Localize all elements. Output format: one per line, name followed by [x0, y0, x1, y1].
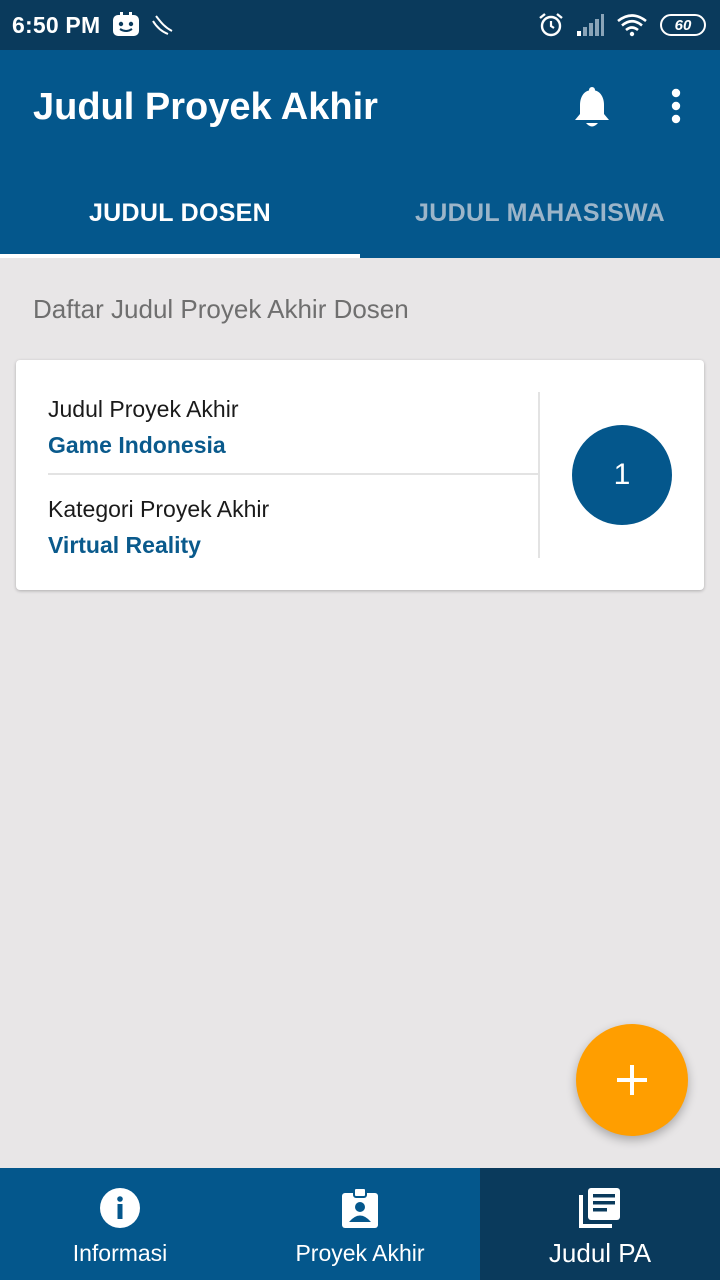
- category-label: Kategori Proyek Akhir: [48, 496, 270, 522]
- signal-icon: [576, 13, 604, 37]
- alarm-icon: [538, 12, 564, 38]
- title-label: Judul Proyek Akhir: [48, 396, 239, 422]
- status-time: 6:50 PM: [12, 11, 101, 38]
- card-divider: [48, 473, 539, 475]
- bottom-navigation: Informasi Proyek Akhir Judul PA: [0, 1168, 720, 1280]
- title-field: Judul Proyek Akhir Game Indonesia: [48, 396, 238, 459]
- app-bar: Judul Proyek Akhir JUDUL DOSEN JUDUL MAH…: [0, 50, 720, 258]
- moon-icon: [150, 13, 174, 37]
- nav-item-proyek-akhir[interactable]: Proyek Akhir: [240, 1168, 480, 1280]
- library-books-icon: [578, 1186, 622, 1230]
- nav-label: Informasi: [72, 1240, 168, 1266]
- plus-icon: [617, 1065, 647, 1095]
- status-right-icons: 60: [538, 12, 706, 38]
- tab-label: JUDUL DOSEN: [88, 198, 272, 227]
- category-field: Kategori Proyek Akhir Virtual Reality: [48, 496, 269, 559]
- project-card[interactable]: Judul Proyek Akhir Game Indonesia Katego…: [16, 360, 704, 590]
- battery-icon: 60: [660, 14, 706, 36]
- more-vert-icon: [671, 88, 681, 124]
- nav-label: Judul PA: [548, 1238, 652, 1268]
- status-bar: 6:50 PM 60: [0, 0, 720, 50]
- nav-item-informasi[interactable]: Informasi: [0, 1168, 240, 1280]
- card-vertical-divider: [538, 392, 540, 558]
- tab-indicator: [0, 254, 360, 258]
- title-value: Game Indonesia: [48, 432, 226, 458]
- tab-label: JUDUL MAHASISWA: [415, 198, 665, 227]
- category-value: Virtual Reality: [48, 532, 201, 558]
- app-notification-icon: [112, 12, 140, 38]
- section-title: Daftar Judul Proyek Akhir Dosen: [33, 294, 409, 324]
- info-icon: [99, 1186, 141, 1230]
- wifi-icon: [616, 13, 648, 37]
- tab-judul-dosen[interactable]: JUDUL DOSEN: [0, 168, 360, 258]
- bell-icon: [575, 87, 609, 127]
- page-title: Judul Proyek Akhir: [33, 86, 378, 128]
- notifications-button[interactable]: [572, 86, 612, 130]
- count-badge: 1: [572, 425, 672, 525]
- tab-judul-mahasiswa[interactable]: JUDUL MAHASISWA: [360, 168, 720, 258]
- status-left-icons: [112, 12, 174, 38]
- nav-label: Proyek Akhir: [295, 1240, 425, 1266]
- tab-bar: JUDUL DOSEN JUDUL MAHASISWA: [0, 168, 720, 258]
- add-button[interactable]: [576, 1024, 688, 1136]
- nav-item-judul-pa[interactable]: Judul PA: [480, 1168, 720, 1280]
- overflow-menu-button[interactable]: [664, 86, 688, 130]
- id-badge-icon: [340, 1186, 380, 1230]
